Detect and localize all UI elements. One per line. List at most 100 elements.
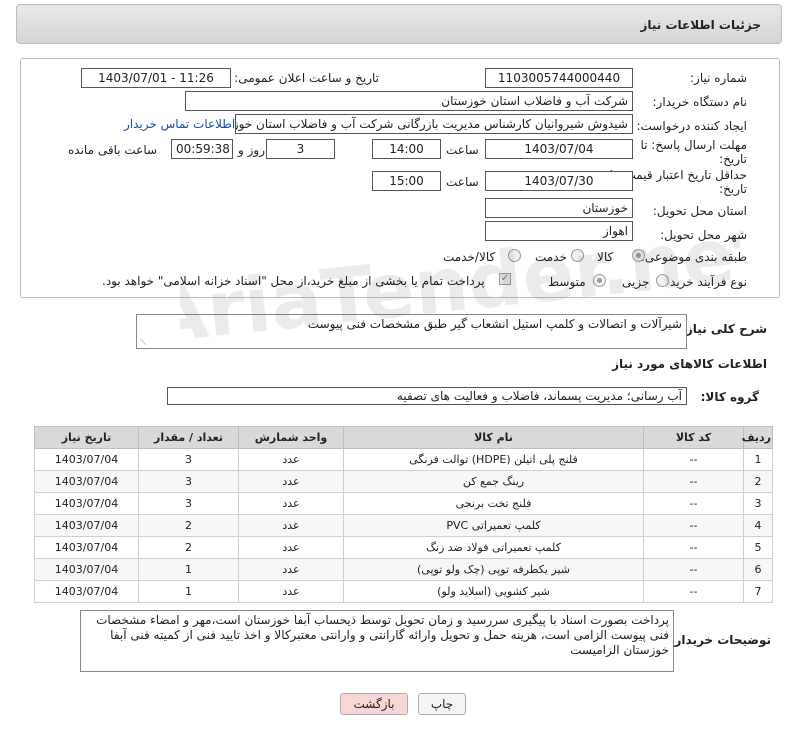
cell-row-number: 7 (743, 580, 773, 603)
cell-item-code: -- (643, 580, 744, 603)
cell-unit: عدد (238, 448, 344, 471)
cell-row-number: 4 (743, 514, 773, 537)
cell-item-name: کلمپ تعمیراتی فولاد ضد زنگ (343, 536, 644, 559)
process-medium-label: متوسط (548, 275, 586, 289)
deadline-date-label: تاریخ: (719, 152, 747, 166)
cell-quantity: 1 (138, 580, 239, 603)
remaining-time-label: ساعت باقی مانده (68, 143, 158, 157)
cell-item-code: -- (643, 470, 744, 493)
announce-datetime-field[interactable]: 1403/07/01 - 11:26 (81, 68, 231, 88)
cell-unit: عدد (238, 580, 344, 603)
price-validity-time-label: ساعت (446, 175, 479, 189)
process-minor-label: جزیی (622, 275, 650, 289)
goods-group-label: گروه کالا: (700, 390, 759, 404)
process-medium-radio[interactable] (593, 274, 606, 287)
cell-need-date: 1403/07/04 (34, 580, 139, 603)
table-row: 5 -- کلمپ تعمیراتی فولاد ضد زنگ عدد 2 14… (34, 536, 773, 559)
col-quantity: تعداد / مقدار (138, 426, 239, 449)
col-item-name: نام کالا (343, 426, 644, 449)
buyer-name-label: نام دستگاه خریدار: (652, 95, 748, 109)
cell-unit: عدد (238, 470, 344, 493)
resize-handle-icon[interactable]: ⟋ (140, 338, 146, 348)
cell-quantity: 2 (138, 514, 239, 537)
remaining-days-label: روز و (238, 143, 265, 157)
announce-datetime-label: تاریخ و ساعت اعلان عمومی: (234, 71, 379, 85)
cell-need-date: 1403/07/04 (34, 514, 139, 537)
cell-quantity: 2 (138, 536, 239, 559)
cell-item-name: شیر کشویی (اسلاید ولو) (343, 580, 644, 603)
cell-row-number: 2 (743, 470, 773, 493)
cell-item-name: فلنج تخت برنجی (343, 492, 644, 515)
col-row-number: ردیف (742, 426, 773, 449)
cell-unit: عدد (238, 558, 344, 581)
cell-quantity: 3 (138, 448, 239, 471)
col-unit: واحد شمارش (238, 426, 344, 449)
need-number-field[interactable]: 1103005744000440 (485, 68, 633, 88)
category-service-radio[interactable] (571, 249, 584, 262)
page-title: جزئیات اطلاعات نیاز (640, 18, 761, 32)
remaining-time-field[interactable]: 00:59:38 (171, 139, 233, 159)
buyer-name-field[interactable]: شرکت آب و فاضلاب استان خوزستان (185, 91, 633, 111)
cell-item-code: -- (643, 536, 744, 559)
cell-row-number: 6 (743, 558, 773, 581)
print-button[interactable]: چاپ (418, 693, 466, 715)
price-validity-time-field[interactable]: 15:00 (372, 171, 441, 191)
category-service-label: خدمت (535, 250, 567, 264)
cell-item-name: فلنج پلی اتیلن (HDPE) توالت فرنگی (343, 448, 644, 471)
deadline-time-label: ساعت (446, 143, 479, 157)
creator-field[interactable]: شیدوش شیروانیان کارشناس مدیریت بازرگانی … (235, 114, 633, 134)
cell-item-code: -- (643, 448, 744, 471)
cell-row-number: 3 (743, 492, 773, 515)
need-number-label: شماره نیاز: (690, 71, 747, 85)
cell-item-name: شیر یکطرفه توپی (چک ولو توپی) (343, 558, 644, 581)
price-validity-date-field[interactable]: 1403/07/30 (485, 171, 633, 191)
goods-group-field[interactable]: آب رسانی؛ مدیریت پسماند، فاضلاب و فعالیت… (167, 387, 687, 405)
deadline-date-field[interactable]: 1403/07/04 (485, 139, 633, 159)
city-label: شهر محل تحویل: (660, 228, 747, 242)
category-label: طبقه بندی موضوعی: (640, 250, 747, 264)
back-button[interactable]: بازگشت (340, 693, 408, 715)
table-row: 1 -- فلنج پلی اتیلن (HDPE) توالت فرنگی ع… (34, 448, 773, 471)
city-field[interactable]: اهواز (485, 221, 633, 241)
cell-unit: عدد (238, 536, 344, 559)
col-need-date: تاریخ نیاز (34, 426, 139, 449)
buyer-contact-link[interactable]: اطلاعات تماس خریدار (124, 117, 235, 131)
buyer-notes-field[interactable]: پرداخت بصورت اسناد با پیگیری سررسید و زم… (80, 610, 674, 672)
cell-row-number: 1 (743, 448, 773, 471)
category-goods-service-radio[interactable] (508, 249, 521, 262)
process-type-label: نوع فرآیند خرید : (662, 275, 747, 289)
cell-quantity: 1 (138, 558, 239, 581)
table-row: 3 -- فلنج تخت برنجی عدد 3 1403/07/04 (34, 492, 773, 515)
buyer-notes-text: پرداخت بصورت اسناد با پیگیری سررسید و زم… (96, 613, 669, 657)
description-text: شیرآلات و اتصالات و کلمپ استیل انشعاب گی… (307, 317, 682, 331)
treasury-bonds-note: پرداخت تمام یا بخشی از مبلغ خرید،از محل … (102, 274, 485, 288)
remaining-days-field[interactable]: 3 (266, 139, 335, 159)
cell-need-date: 1403/07/04 (34, 448, 139, 471)
category-goods-service-label: کالا/خدمت (443, 250, 496, 264)
goods-section-title: اطلاعات کالاهای مورد نیاز (612, 357, 767, 371)
col-item-code: کد کالا (643, 426, 744, 449)
treasury-bonds-checkbox[interactable]: ✓ (499, 273, 511, 285)
province-field[interactable]: خوزستان (485, 198, 633, 218)
table-row: 4 -- کلمپ تعمیراتی PVC عدد 2 1403/07/04 (34, 514, 773, 537)
buyer-notes-label: توضیحات خریدار: (669, 633, 771, 647)
description-field[interactable]: شیرآلات و اتصالات و کلمپ استیل انشعاب گی… (136, 314, 687, 349)
category-goods-label: کالا (597, 250, 614, 264)
description-label: شرح کلی نیاز: (681, 322, 767, 336)
cell-item-name: رینگ جمع کن (343, 470, 644, 493)
cell-unit: عدد (238, 514, 344, 537)
cell-quantity: 3 (138, 492, 239, 515)
deadline-time-field[interactable]: 14:00 (372, 139, 441, 159)
table-row: 6 -- شیر یکطرفه توپی (چک ولو توپی) عدد 1… (34, 558, 773, 581)
cell-item-code: -- (643, 492, 744, 515)
process-minor-radio[interactable] (656, 274, 669, 287)
cell-item-name: کلمپ تعمیراتی PVC (343, 514, 644, 537)
cell-need-date: 1403/07/04 (34, 536, 139, 559)
cell-need-date: 1403/07/04 (34, 558, 139, 581)
cell-need-date: 1403/07/04 (34, 492, 139, 515)
creator-label: ایجاد کننده درخواست: (636, 119, 747, 133)
table-row: 2 -- رینگ جمع کن عدد 3 1403/07/04 (34, 470, 773, 493)
cell-quantity: 3 (138, 470, 239, 493)
category-goods-radio[interactable] (632, 249, 645, 262)
price-validity-date-label: تاریخ: (719, 182, 747, 196)
